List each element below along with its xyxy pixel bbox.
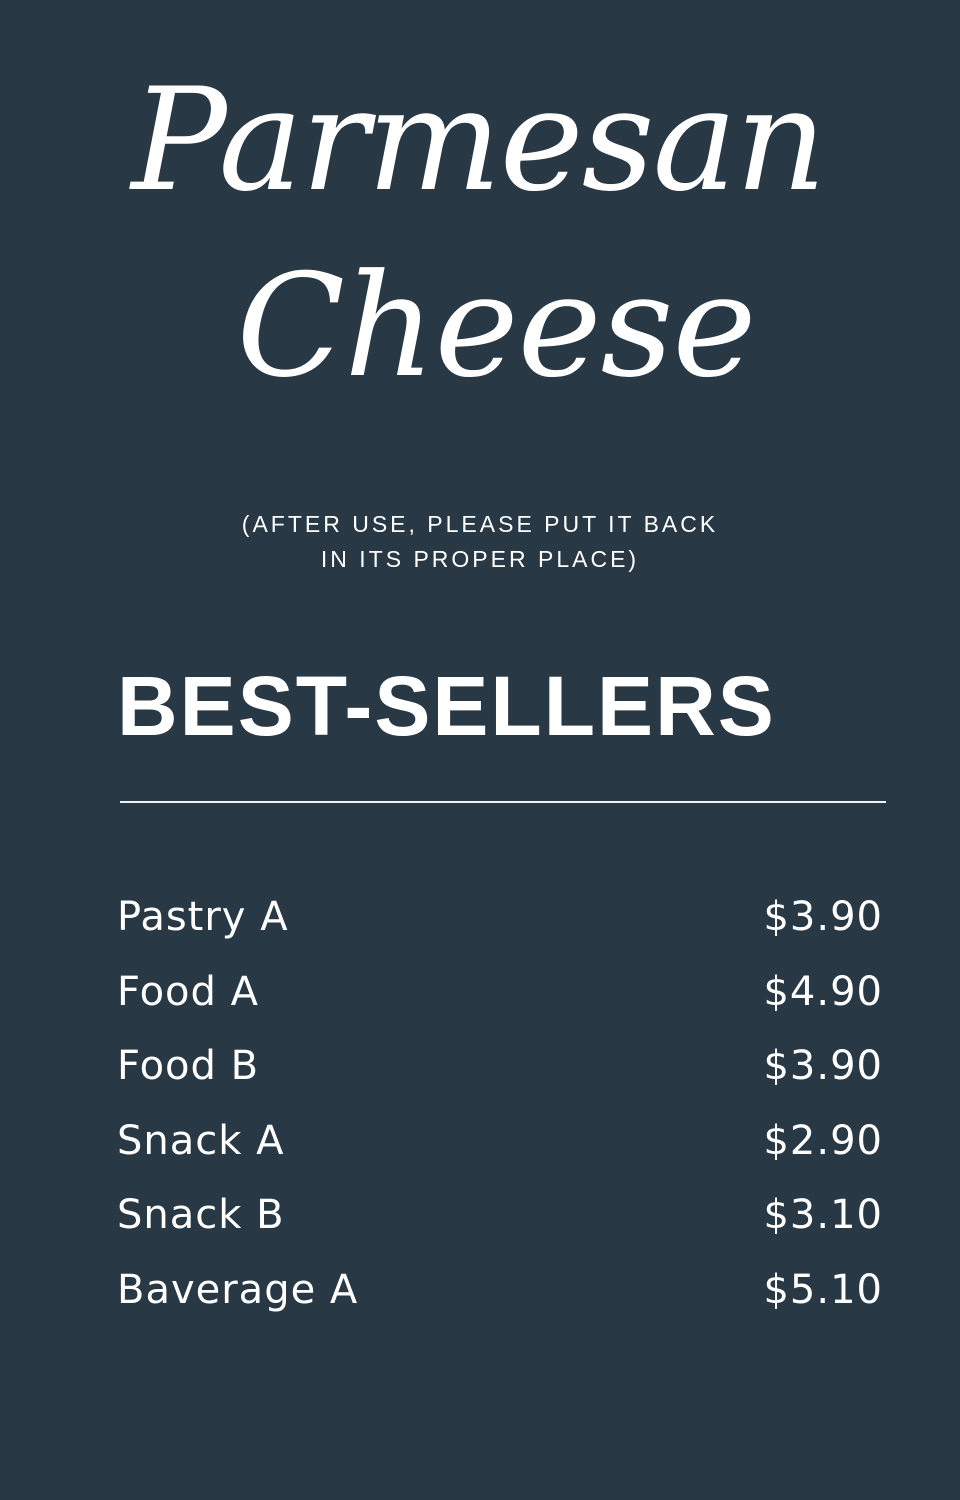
menu-item: Food A $4.90 <box>117 955 883 1030</box>
menu-item: Snack B $3.10 <box>117 1178 883 1253</box>
section-divider <box>120 801 886 803</box>
menu-item-name: Pastry A <box>117 894 289 941</box>
menu-item-price: $5.10 <box>763 1266 883 1313</box>
title-line-2: Cheese <box>236 244 756 409</box>
section-heading: BEST-SELLERS <box>117 659 776 753</box>
menu-item-price: $4.90 <box>763 968 883 1015</box>
menu-item-price: $3.90 <box>763 894 883 941</box>
menu-item-name: Food B <box>117 1043 260 1090</box>
menu-item-name: Snack A <box>117 1117 285 1164</box>
menu-item-name: Food A <box>117 968 259 1015</box>
usage-notice: (AFTER USE, PLEASE PUT IT BACK IN ITS PR… <box>0 507 960 577</box>
menu-item-price: $3.90 <box>763 1043 883 1090</box>
menu-item-name: Baverage A <box>117 1266 359 1313</box>
menu-item: Snack A $2.90 <box>117 1104 883 1179</box>
menu-item-price: $2.90 <box>763 1117 883 1164</box>
menu-list: Pastry A $3.90 Food A $4.90 Food B $3.90… <box>117 880 883 1327</box>
page-title: Parmesan Cheese <box>0 70 960 398</box>
notice-line-2: IN ITS PROPER PLACE) <box>320 546 640 572</box>
menu-item: Baverage A $5.10 <box>117 1253 883 1328</box>
notice-line-1: (AFTER USE, PLEASE PUT IT BACK <box>241 511 719 537</box>
menu-item: Food B $3.90 <box>117 1029 883 1104</box>
menu-item: Pastry A $3.90 <box>117 880 883 955</box>
menu-item-price: $3.10 <box>763 1192 883 1239</box>
menu-item-name: Snack B <box>117 1192 285 1239</box>
title-line-1: Parmesan <box>131 58 826 223</box>
